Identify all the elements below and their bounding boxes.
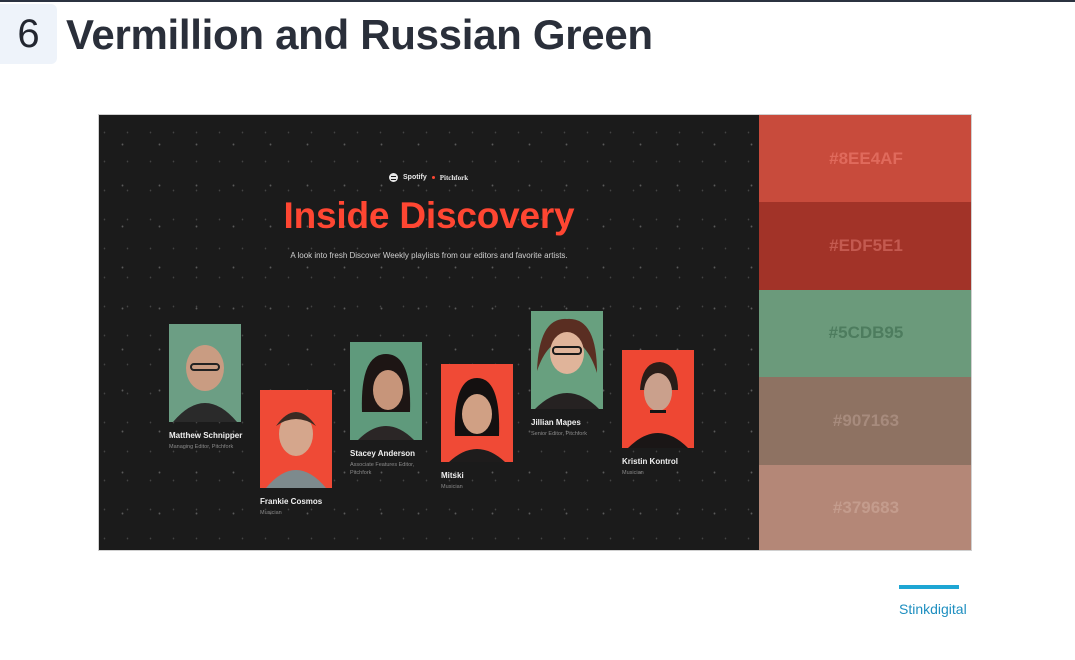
section-number: 6 — [0, 4, 57, 64]
brand-spotify: Spotify — [403, 174, 427, 181]
brand-pitchfork: Pitchfork — [439, 173, 469, 182]
portrait-photo — [622, 350, 694, 448]
spotify-logo-icon — [389, 173, 398, 182]
person-name: Jillian Mapes — [531, 418, 581, 427]
palette-swatch: #EDF5E1 — [759, 202, 971, 290]
portrait-photo — [441, 364, 513, 462]
person-name: Mitski — [441, 471, 464, 480]
palette-swatch: #907163 — [759, 377, 971, 465]
person-name: Frankie Cosmos — [260, 497, 323, 506]
website-screenshot: Spotify Pitchfork Inside Discovery A loo… — [99, 115, 759, 550]
palette-swatch: #8EE4AF — [759, 115, 971, 203]
example-figure: Spotify Pitchfork Inside Discovery A loo… — [98, 114, 972, 551]
person-role: Musician — [441, 484, 463, 490]
hero-subtitle: A look into fresh Discover Weekly playli… — [290, 251, 568, 260]
credit-accent-bar — [899, 585, 959, 589]
person-role: Managing Editor, Pitchfork — [169, 444, 234, 450]
brand-row: Spotify Pitchfork — [389, 173, 468, 182]
palette-swatch: #379683 — [759, 464, 971, 550]
palette-swatch: #5CDB95 — [759, 289, 971, 378]
person-name: Stacey Anderson — [350, 449, 416, 458]
person-role: Associate Features Editor, Pitchfork — [350, 462, 415, 476]
person-role: Senior Editor, Pitchfork — [531, 431, 587, 437]
section-title: Vermillion and Russian Green — [66, 11, 653, 58]
person-name: Matthew Schnipper — [169, 431, 243, 440]
portrait-photo — [260, 390, 332, 488]
portrait-photo — [169, 324, 241, 422]
brand-separator-dot — [431, 176, 435, 179]
hero-title: Inside Discovery — [283, 195, 575, 236]
credit-link[interactable]: Stinkdigital — [899, 601, 967, 617]
portrait-photo — [531, 311, 603, 409]
person-role: Musician — [260, 510, 282, 516]
person-name: Kristin Kontrol — [622, 457, 678, 466]
person-role: Musician — [622, 470, 644, 476]
top-divider — [0, 0, 1075, 2]
portrait-photo — [350, 342, 422, 440]
